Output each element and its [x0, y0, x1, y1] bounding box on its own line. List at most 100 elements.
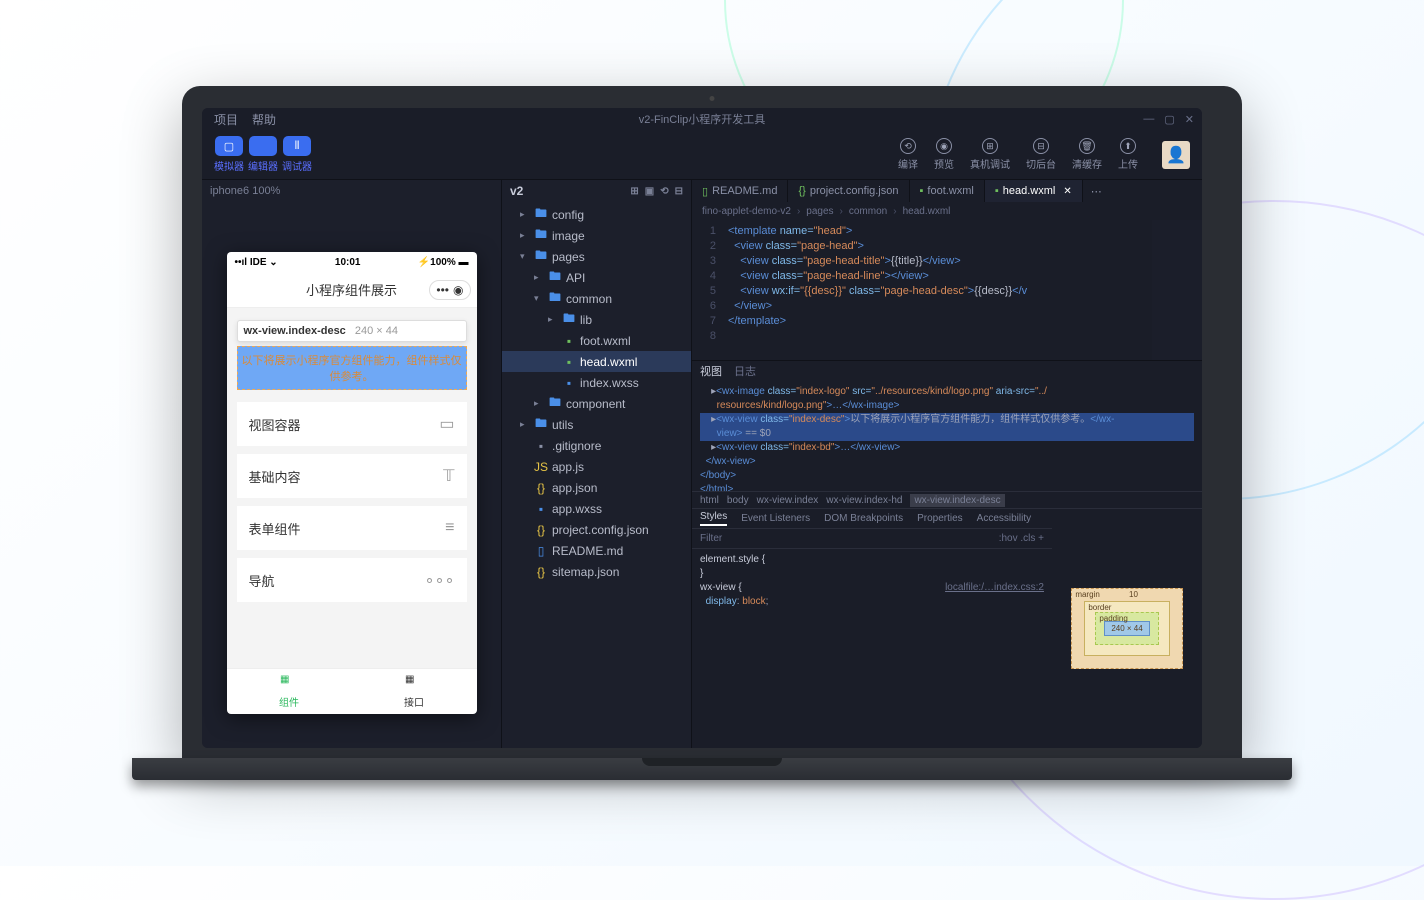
filter-controls[interactable]: :hov .cls + [999, 533, 1044, 544]
phone-nav-title: 小程序组件展示 [306, 280, 397, 299]
tree-item-8[interactable]: ▪index.wxss [502, 372, 691, 393]
tool-action-2[interactable]: ⊞真机调试 [970, 138, 1010, 171]
dom-crumb-0[interactable]: html [700, 495, 719, 506]
menu-project[interactable]: 项目 [214, 111, 238, 128]
dom-crumb-4[interactable]: wx-view.index-desc [910, 494, 1004, 507]
dom-crumb-1[interactable]: body [727, 495, 749, 506]
box-border: border padding 240 × 44 [1084, 601, 1169, 656]
crumb-0[interactable]: fino-applet-demo-v2 [702, 206, 791, 217]
close-icon[interactable]: ✕ [1185, 113, 1194, 126]
box-margin: margin 10 border padding 240 × 44 [1071, 588, 1182, 669]
refresh-icon[interactable]: ⟲ [660, 186, 668, 197]
explorer-header: v2 ⊞ ▣ ⟲ ⊟ [502, 180, 691, 202]
box-content: 240 × 44 [1104, 621, 1149, 636]
crumb-2[interactable]: common [849, 206, 887, 217]
laptop-frame: 项目 帮助 v2-FinClip小程序开发工具 — ▢ ✕ ▢模拟器编辑器⫴调试… [182, 86, 1242, 780]
styles-tab-3[interactable]: Properties [917, 513, 963, 524]
phone-list-item-1[interactable]: 基础内容𝕋 [237, 454, 467, 498]
phone-status-bar: ••ıl IDE ⌄ 10:01 ⚡100% ▬ [227, 252, 477, 272]
titlebar: 项目 帮助 v2-FinClip小程序开发工具 — ▢ ✕ [202, 108, 1202, 130]
tree-item-0[interactable]: ▸🖿config [502, 204, 691, 225]
collapse-icon[interactable]: ⊟ [675, 186, 683, 197]
phone-list-item-0[interactable]: 视图容器▭ [237, 402, 467, 446]
laptop-base [132, 758, 1292, 780]
tool-action-1[interactable]: ◉预览 [934, 138, 954, 171]
styles-tab-1[interactable]: Event Listeners [741, 513, 810, 524]
tree-item-15[interactable]: {}project.config.json [502, 519, 691, 540]
phone-nav-capsule[interactable]: ••• ◉ [429, 280, 470, 300]
tabbar-1[interactable]: ▦接口 [352, 669, 477, 714]
breadcrumbs: fino-applet-demo-v2›pages›common›head.wx… [692, 202, 1202, 220]
line-numbers: 12345678 [692, 220, 722, 360]
styles-rules[interactable]: element.style {}</span><span class="c-se… [692, 549, 1052, 748]
dom-crumb-3[interactable]: wx-view.index-hd [826, 495, 902, 506]
phone-list-item-3[interactable]: 导航∘∘∘ [237, 558, 467, 602]
tool-action-5[interactable]: ⬆上传 [1118, 138, 1138, 171]
project-root-label: v2 [510, 184, 523, 198]
top-toolbar: ▢模拟器编辑器⫴调试器 ⟲编译 ◉预览 ⊞真机调试 ⊟切后台 🗑清缓存 ⬆上传 👤 [202, 130, 1202, 180]
menu-help[interactable]: 帮助 [252, 111, 276, 128]
tool-action-0[interactable]: ⟲编译 [898, 138, 918, 171]
tabbar-0[interactable]: ▦组件 [227, 669, 352, 714]
devtab-log[interactable]: 日志 [734, 363, 756, 379]
tree-item-9[interactable]: ▸🖿component [502, 393, 691, 414]
close-tab-icon[interactable]: ✕ [1063, 186, 1071, 197]
tooltip-selector: wx-view.index-desc [244, 325, 346, 337]
new-folder-icon[interactable]: ▣ [645, 186, 654, 197]
simulator-header: iphone6 100% [202, 180, 501, 202]
tree-item-7[interactable]: ▪head.wxml [502, 351, 691, 372]
tool-tab-2[interactable]: ⫴调试器 [282, 136, 312, 173]
editor-tab-0[interactable]: ▯README.md [692, 180, 788, 202]
phone-tabbar: ▦组件▦接口 [227, 668, 477, 714]
ide-window: 项目 帮助 v2-FinClip小程序开发工具 — ▢ ✕ ▢模拟器编辑器⫴调试… [202, 108, 1202, 748]
tabs-more-icon[interactable]: ⋯ [1083, 185, 1110, 198]
devtab-view[interactable]: 视图 [700, 363, 722, 379]
code-lines[interactable]: <template name="head"> <view class="page… [722, 220, 1027, 360]
tree-item-12[interactable]: JSapp.js [502, 456, 691, 477]
tool-action-3[interactable]: ⊟切后台 [1026, 138, 1056, 171]
tool-tab-1[interactable]: 编辑器 [248, 136, 278, 173]
tree-item-2[interactable]: ▾🖿pages [502, 246, 691, 267]
editor-tab-3[interactable]: ▪head.wxml✕ [985, 180, 1083, 202]
tree-item-14[interactable]: ▪app.wxss [502, 498, 691, 519]
tree-item-3[interactable]: ▸🖿API [502, 267, 691, 288]
tree-item-10[interactable]: ▸🖿utils [502, 414, 691, 435]
styles-tab-2[interactable]: DOM Breakpoints [824, 513, 903, 524]
elements-panel[interactable]: ▸<wx-image class="index-logo" src="../re… [692, 381, 1202, 491]
tree-item-5[interactable]: ▸🖿lib [502, 309, 691, 330]
tree-item-6[interactable]: ▪foot.wxml [502, 330, 691, 351]
box-model-panel: margin 10 border padding 240 × 44 [1052, 509, 1202, 748]
styles-tab-4[interactable]: Accessibility [977, 513, 1031, 524]
crumb-1[interactable]: pages [806, 206, 833, 217]
file-explorer: v2 ⊞ ▣ ⟲ ⊟ ▸🖿config▸🖿image▾🖿pages▸🖿API▾🖿… [502, 180, 692, 748]
devtools-top-tabs: 视图 日志 [692, 361, 1202, 381]
file-tree[interactable]: ▸🖿config▸🖿image▾🖿pages▸🖿API▾🖿common▸🖿lib… [502, 202, 691, 748]
phone-mockup: ••ıl IDE ⌄ 10:01 ⚡100% ▬ 小程序组件展示 ••• ◉ [227, 252, 477, 714]
dom-crumb-2[interactable]: wx-view.index [757, 495, 819, 506]
minimize-icon[interactable]: — [1143, 113, 1154, 126]
code-editor[interactable]: 12345678 <template name="head"> <view cl… [692, 220, 1202, 360]
avatar[interactable]: 👤 [1162, 141, 1190, 169]
editor-tab-1[interactable]: {}project.config.json [788, 180, 909, 202]
tree-item-16[interactable]: ▯README.md [502, 540, 691, 561]
window-controls: — ▢ ✕ [1143, 113, 1194, 126]
tree-item-4[interactable]: ▾🖿common [502, 288, 691, 309]
tree-item-1[interactable]: ▸🖿image [502, 225, 691, 246]
screen-bezel: 项目 帮助 v2-FinClip小程序开发工具 — ▢ ✕ ▢模拟器编辑器⫴调试… [182, 86, 1242, 758]
filter-input[interactable]: Filter [700, 533, 722, 544]
styles-tab-0[interactable]: Styles [700, 511, 727, 526]
inspected-element[interactable]: 以下将展示小程序官方组件能力，组件样式仅供参考。 [237, 346, 467, 390]
tool-tab-0[interactable]: ▢模拟器 [214, 136, 244, 173]
minimap[interactable] [1152, 220, 1202, 360]
maximize-icon[interactable]: ▢ [1164, 113, 1174, 126]
menu-bar: 项目 帮助 [202, 111, 276, 128]
tool-action-4[interactable]: 🗑清缓存 [1072, 138, 1102, 171]
editor-tab-2[interactable]: ▪foot.wxml [910, 180, 985, 202]
tree-item-17[interactable]: {}sitemap.json [502, 561, 691, 582]
simulator-pane: iphone6 100% ••ıl IDE ⌄ 10:01 ⚡100% ▬ 小程… [202, 180, 502, 748]
phone-list-item-2[interactable]: 表单组件≡ [237, 506, 467, 550]
tree-item-11[interactable]: ▪.gitignore [502, 435, 691, 456]
tree-item-13[interactable]: {}app.json [502, 477, 691, 498]
crumb-3[interactable]: head.wxml [903, 206, 951, 217]
new-file-icon[interactable]: ⊞ [630, 186, 638, 197]
